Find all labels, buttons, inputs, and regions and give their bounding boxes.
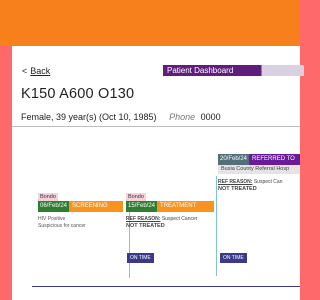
timeline-card-treatment[interactable]: Bondo 15/Feb/24 TREATMENT REF REASON: Su…	[126, 193, 214, 229]
event-date: 15/Feb/24	[126, 201, 158, 212]
treatment-outcome: NOT TREATED	[126, 223, 165, 229]
patient-info: Female, 39 year(s) (Oct 10, 1985) Phone …	[21, 112, 221, 122]
phone-label: Phone	[169, 112, 196, 122]
event-date: 20/Feb/24	[218, 154, 250, 165]
patient-panel: < Back Patient Dashboard K150 A600 O130 F…	[12, 46, 304, 300]
patient-dashboard-bar[interactable]: Patient Dashboard	[163, 65, 304, 76]
ref-reason-label: REF REASON:	[218, 179, 253, 185]
on-time-badge: ON TIME	[127, 253, 154, 263]
event-note: Suspicious for cancer	[38, 223, 86, 229]
app-top-bar	[0, 0, 300, 46]
treatment-outcome: NOT TREATED	[218, 186, 257, 192]
referral-reason: REF REASON: Suspect Cancer	[126, 216, 214, 223]
event-header: 20/Feb/24 REFERRED TO	[218, 154, 300, 165]
event-header: 06/Feb/24 SCREENING	[38, 201, 123, 212]
location-tag: Bondo	[126, 193, 146, 201]
patient-id: K150 A600 O130	[21, 86, 135, 102]
back-label: Back	[30, 66, 51, 76]
ref-reason-label: REF REASON:	[126, 216, 161, 222]
chevron-left-icon: <	[22, 66, 28, 76]
event-note: HIV Positive	[38, 216, 66, 222]
timeline-connector	[216, 176, 217, 276]
phone-value: 0000	[200, 112, 221, 122]
hospital-name: Busia County Referral Hosp	[218, 165, 300, 174]
ref-reason-text: Suspect Cancer	[161, 216, 198, 222]
timeline-card-screening[interactable]: Bondo 06/Feb/24 SCREENING HIV Positive S…	[38, 193, 123, 230]
dashboard-title: Patient Dashboard	[167, 66, 234, 75]
referral-reason: REF REASON: Suspect Can	[218, 179, 300, 186]
timeline-card-referral[interactable]: 20/Feb/24 REFERRED TO Busia County Refer…	[218, 154, 300, 192]
ref-reason-text: Suspect Can	[253, 179, 283, 185]
event-date: 06/Feb/24	[38, 201, 70, 212]
event-status: SCREENING	[69, 201, 123, 212]
on-time-badge: ON TIME	[220, 253, 247, 263]
event-status: TREATMENT	[157, 201, 214, 212]
back-link[interactable]: < Back	[22, 66, 50, 76]
event-header: 15/Feb/24 TREATMENT	[126, 201, 214, 212]
patient-demographics: Female, 39 year(s) (Oct 10, 1985)	[21, 112, 157, 122]
event-status: REFERRED TO	[249, 154, 300, 165]
divider	[12, 126, 300, 127]
timeline-baseline	[32, 286, 300, 287]
location-tag: Bondo	[38, 193, 58, 201]
